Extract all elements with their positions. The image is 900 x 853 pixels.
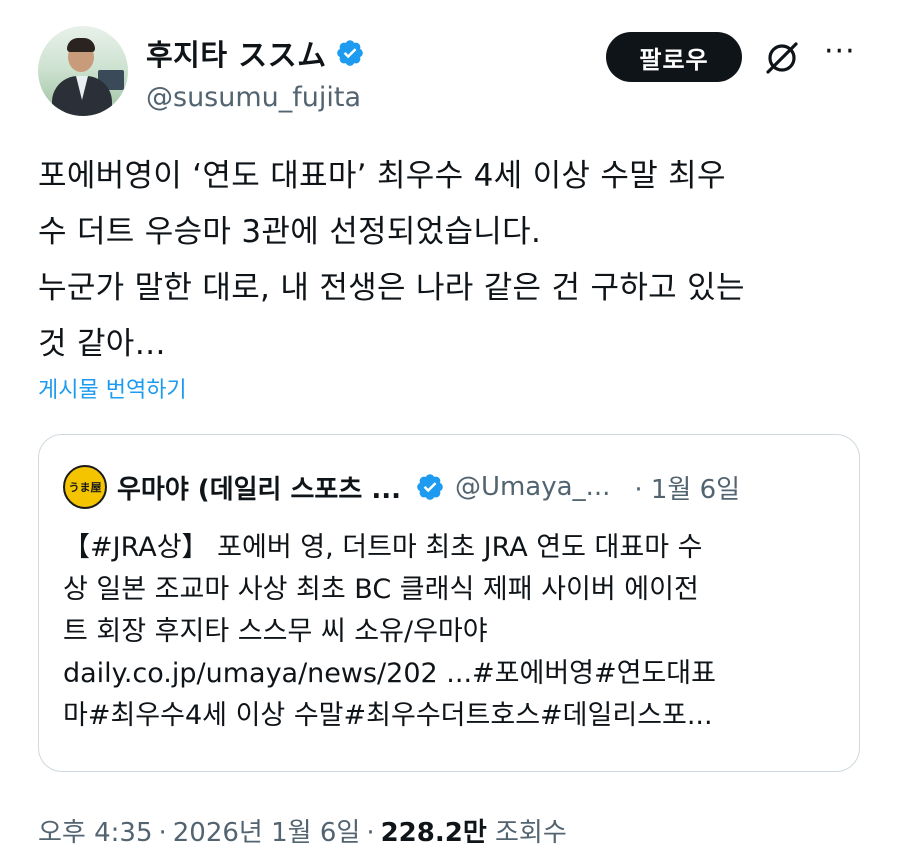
quote-line: 상 일본 조교마 사상 최초 BC 클래식 제패 사이버 에이전	[63, 574, 699, 605]
tweet-time[interactable]: 오후 4:35	[38, 818, 153, 848]
quote-author-avatar[interactable]: うま屋	[63, 465, 107, 509]
verified-badge-icon	[417, 474, 443, 500]
quote-line: 【#JRA상】 포에버 영, 더트마 최초 JRA 연도 대표마 수	[63, 532, 703, 563]
more-icon[interactable]: ···	[824, 37, 864, 76]
grok-icon[interactable]	[762, 38, 802, 78]
quote-author-handle[interactable]: @Umaya_...	[455, 472, 610, 502]
author-handle[interactable]: @susumu_fujita	[146, 82, 365, 113]
tweet-line: 누군가 말한 대로, 내 전생은 나라 같은 건 구하고 있는	[38, 270, 745, 306]
author-display-name[interactable]: 후지타 ススム	[146, 32, 327, 74]
views-label: 조회수	[495, 818, 567, 848]
meta-separator: ·	[366, 818, 375, 848]
quote-line: 트 회장 후지타 스스무 씨 소유/우마야	[63, 616, 488, 647]
meta-separator: ·	[158, 818, 167, 848]
quote-header: うま屋 우마야 (데일리 스포츠 ... @Umaya_... · 1월 6일	[63, 465, 835, 509]
verified-badge-icon	[336, 40, 363, 66]
quote-body: 【#JRA상】 포에버 영, 더트마 최초 JRA 연도 대표마 수 상 일본 …	[63, 527, 853, 737]
translate-post-link[interactable]: 게시물 번역하기	[38, 372, 187, 404]
quote-line: 마#최우수4세 이상 수말#최우수더트호스#데일리스포...	[63, 700, 713, 731]
follow-button[interactable]: 팔로우	[606, 32, 742, 82]
tweet-date[interactable]: 2026년 1월 6일	[173, 818, 361, 848]
quote-tweet-card[interactable]: うま屋 우마야 (데일리 스포츠 ... @Umaya_... · 1월 6일 …	[38, 434, 860, 772]
tweet-line: 수 더트 우승마 3관에 선정되었습니다.	[38, 214, 542, 250]
author-name-block: 후지타 ススム @susumu_fujita	[146, 32, 365, 113]
tweet-line: 것 같아…	[38, 326, 166, 362]
tweet-body: 포에버영이 ‘연도 대표마’ 최우수 4세 이상 수말 최우 수 더트 우승마 …	[38, 148, 868, 372]
tweet-meta: 오후 4:35 · 2026년 1월 6일 · 228.2만 조회수	[38, 812, 567, 849]
quote-date[interactable]: · 1월 6일	[634, 469, 740, 506]
quote-author-name[interactable]: 우마야 (데일리 스포츠 ...	[117, 469, 401, 506]
quote-line: daily.co.jp/umaya/news/202 ...#포에버영#연도대표	[63, 658, 716, 689]
author-avatar[interactable]	[38, 26, 128, 116]
tweet-line: 포에버영이 ‘연도 대표마’ 최우수 4세 이상 수말 최우	[38, 158, 726, 194]
avatar-hair	[67, 38, 95, 52]
views-count: 228.2만	[380, 818, 487, 848]
tweet-header: 후지타 ススム @susumu_fujita 팔로우 ···	[38, 26, 870, 118]
